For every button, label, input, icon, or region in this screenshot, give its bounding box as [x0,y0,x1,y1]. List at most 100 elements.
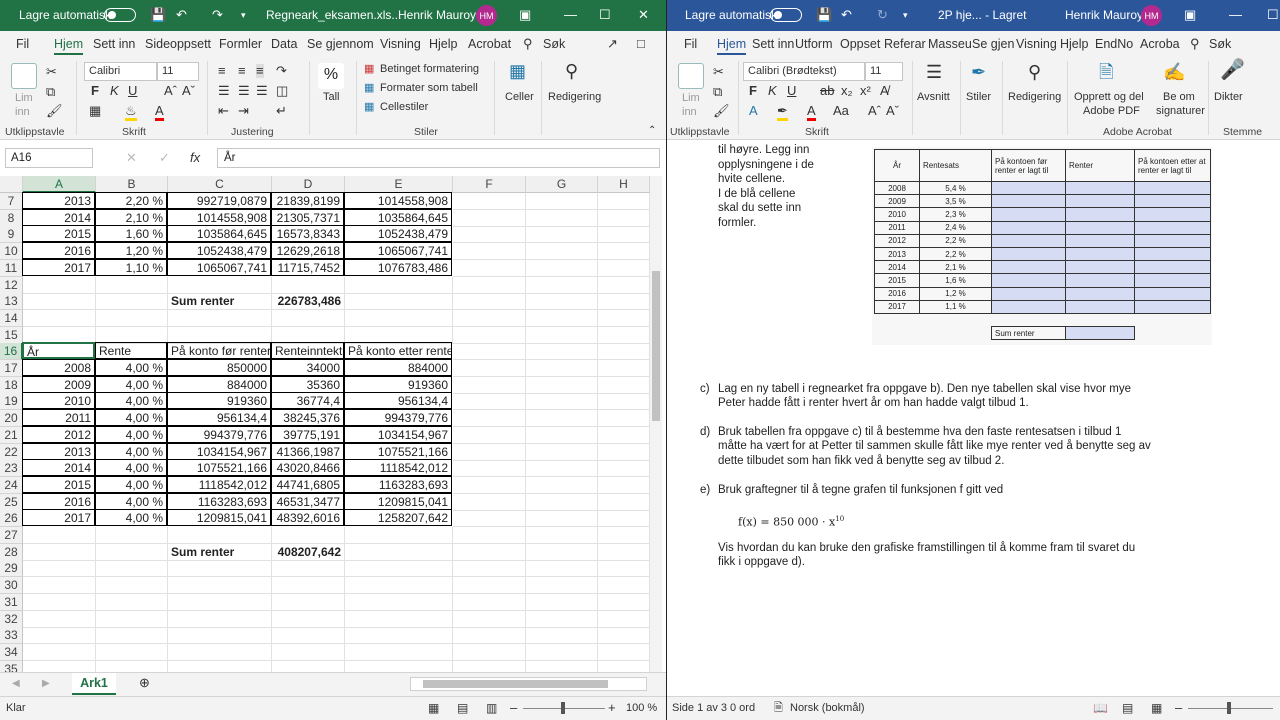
print-layout-icon[interactable]: ▤ [1122,701,1133,715]
cell-a13[interactable] [23,293,96,311]
shrink-font-icon[interactable]: Aˇ [886,104,899,118]
tab-view[interactable]: Visning [1016,37,1057,51]
adobe-pdf-icon[interactable]: 🗎 [1099,63,1113,81]
zoom-in-icon[interactable]: + [608,701,616,715]
cell-f29[interactable] [453,560,526,578]
zoom-out-icon[interactable]: – [510,701,517,715]
cell-d20[interactable]: 38245,376 [271,409,344,427]
prev-sheet-icon[interactable]: ◀ [12,677,20,691]
cell-d31[interactable] [272,593,345,611]
cell-c18[interactable]: 884000 [167,375,271,393]
row-header[interactable]: 10 [0,243,23,261]
tab-review[interactable]: Se gjen [972,37,1014,51]
cell-e7[interactable]: 1014558,908 [344,192,452,209]
cell-h31[interactable] [598,593,650,611]
cell-d29[interactable] [272,560,345,578]
cell-h10[interactable] [598,243,650,261]
cell-b30[interactable] [96,577,168,595]
cell-a23[interactable]: 2014 [22,459,95,477]
tab-endnote[interactable]: EndNo [1095,37,1133,51]
cell-h17[interactable] [598,360,650,377]
cell-e13[interactable] [345,293,453,311]
row-header[interactable]: 28 [0,543,23,561]
cell-g32[interactable] [526,610,598,628]
cells-icon[interactable]: ▦ [509,62,526,80]
cell-h22[interactable] [598,443,650,461]
microphone-icon[interactable]: 🎤 [1220,60,1245,80]
cell-h18[interactable] [598,376,650,394]
cell-h12[interactable] [598,276,650,294]
font-color-icon[interactable]: A [155,104,164,121]
decrease-indent-icon[interactable]: ⇤ [218,104,229,118]
cell-g30[interactable] [526,577,598,595]
cell-b27[interactable] [96,527,168,544]
cell-b12[interactable] [96,276,168,294]
cell-b10[interactable]: 1,20 % [95,242,167,260]
cell-g10[interactable] [526,243,598,261]
row-header[interactable]: 17 [0,360,23,377]
cell-a34[interactable] [23,643,96,661]
cell-d9[interactable]: 16573,8343 [271,225,344,243]
cell-e15[interactable] [345,326,453,344]
row-header[interactable]: 32 [0,610,23,628]
cell-e14[interactable] [345,309,453,327]
language[interactable]: Norsk (bokmål) [790,702,865,714]
zoom-out-icon[interactable]: – [1175,701,1182,715]
row-header[interactable]: 24 [0,476,23,494]
autosave-toggle[interactable] [104,8,136,22]
cell-g35[interactable] [526,660,598,672]
cell-b34[interactable] [96,643,168,661]
cell-g18[interactable] [526,376,598,394]
cell-e19[interactable]: 956134,4 [344,392,452,410]
cell-e16[interactable]: På konto etter rente [344,342,452,360]
name-box[interactable]: A16 [5,148,93,168]
tab-formulas[interactable]: Formler [219,37,262,51]
cell-d32[interactable] [272,610,345,628]
cell-f7[interactable] [453,193,526,210]
cell-a10[interactable]: 2016 [22,242,95,260]
cell-e31[interactable] [345,593,453,611]
tab-help[interactable]: Hjelp [1060,37,1089,51]
italic-icon[interactable]: K [768,84,777,98]
cell-e18[interactable]: 919360 [344,375,452,393]
cell-e28[interactable] [345,543,453,561]
tab-acrobat[interactable]: Acrobat [468,37,511,51]
cell-c23[interactable]: 1075521,166 [167,459,271,477]
cell-e24[interactable]: 1163283,693 [344,475,452,493]
undo-icon[interactable]: ↶ [841,7,852,23]
column-header-g[interactable]: G [526,176,598,193]
cell-c31[interactable] [168,593,272,611]
cell-a28[interactable] [23,543,96,561]
cell-a35[interactable] [23,660,96,672]
cell-a29[interactable] [23,560,96,578]
cell-a25[interactable]: 2016 [22,492,95,510]
cell-d13[interactable]: 226783,486 [272,293,345,311]
cell-b28[interactable] [96,543,168,561]
cells-button[interactable]: Celler [505,91,534,103]
underline-icon[interactable]: U [787,84,796,98]
font-size-select[interactable]: 11 [865,62,903,81]
underline-icon[interactable]: U [128,84,137,98]
cell-d23[interactable]: 43020,8466 [271,459,344,477]
request-signatures-button[interactable]: Be om [1163,91,1195,103]
page-count[interactable]: Side 1 av 3 [672,702,727,714]
cell-g26[interactable] [526,510,598,528]
grow-font-icon[interactable]: Aˆ [868,104,881,118]
tab-search[interactable]: Søk [543,37,565,51]
cell-b15[interactable] [96,326,168,344]
row-header[interactable]: 34 [0,643,23,661]
cell-g24[interactable] [526,476,598,494]
column-header-a[interactable]: A [23,176,96,193]
tab-references[interactable]: Referar [884,37,926,51]
font-color-icon[interactable]: A [807,104,816,121]
cell-a31[interactable] [23,593,96,611]
cell-f34[interactable] [453,643,526,661]
undo-icon[interactable]: ↶ [176,7,187,23]
web-layout-icon[interactable]: ▦ [1151,701,1162,715]
font-shrink-icon[interactable]: Aˇ [182,84,195,98]
cell-g9[interactable] [526,226,598,244]
cell-g15[interactable] [526,326,598,344]
cell-h35[interactable] [598,660,650,672]
cell-h23[interactable] [598,460,650,478]
search-icon[interactable]: ⚲ [1190,37,1200,51]
